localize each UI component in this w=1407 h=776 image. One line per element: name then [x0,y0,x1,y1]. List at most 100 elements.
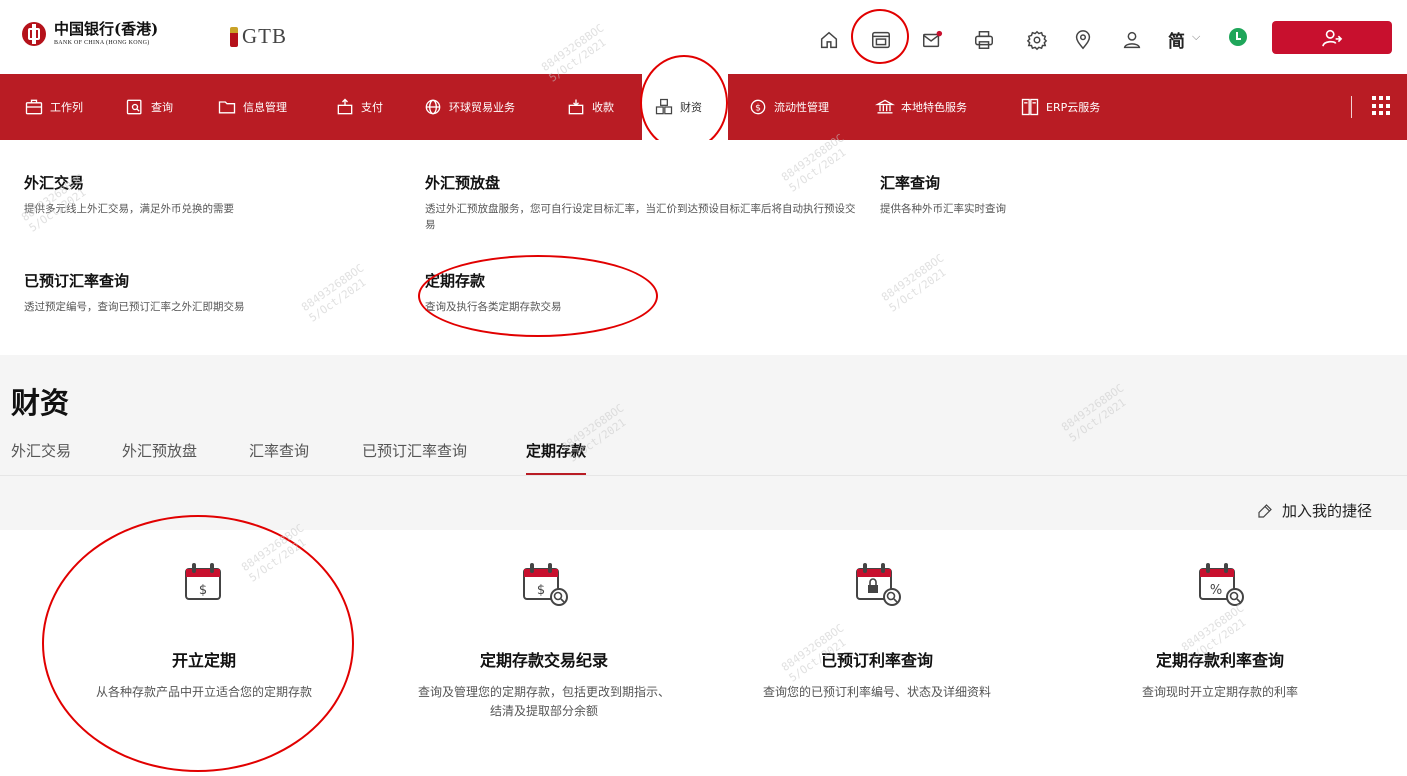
menu-item-desc: 提供多元线上外汇交易，满足外币兑换的需要 [24,203,234,215]
card-desc: 查询您的已预订利率编号、状态及详细资料 [762,685,991,699]
nav-label: 本地特色服务 [901,101,967,114]
print-icon[interactable] [973,29,995,51]
receive-icon [566,97,586,117]
menu-item-title: 外汇预放盘 [425,174,501,192]
logo-en: BANK OF CHINA (HONG KONG) [54,40,150,46]
card-booked-rate-inquiry[interactable]: 已预订利率查询 查询您的已预订利率编号、状态及详细资料 [707,555,1047,702]
dashboard-icon[interactable] [870,29,892,51]
nav-label: 流动性管理 [774,101,829,114]
payment-icon [335,97,355,117]
erp-icon [1020,97,1040,117]
menu-item-time-deposit[interactable]: 定期存款 查询及执行各类定期存款交易 [425,270,725,315]
card-title: 定期存款交易纪录 [479,651,608,670]
home-icon[interactable] [818,29,840,51]
tab-fx-trading[interactable]: 外汇交易 [11,440,71,476]
shortcut-label: 加入我的捷径 [1282,502,1373,520]
gtb-logo: GTB [230,24,287,49]
menu-item-title: 已预订汇率查询 [24,272,130,290]
nav-item-payment[interactable]: 支付 [335,74,383,140]
nav-label: 信息管理 [243,101,287,114]
tab-time-deposit[interactable]: 定期存款 [526,440,587,476]
menu-item-desc: 透过外汇预放盘服务，您可自行设定目标汇率，当汇价到达预设目标汇率后将自动执行预设… [425,203,856,231]
card-open-time-deposit[interactable]: $ 开立定期 从各种存款产品中开立适合您的定期存款 [34,555,374,702]
search-doc-icon [125,97,145,117]
nav-item-global-trade[interactable]: 环球贸易业务 [423,74,515,140]
location-icon[interactable] [1072,29,1094,51]
tab-rate-inquiry[interactable]: 汇率查询 [249,440,309,476]
main-nav: 工作列 查询 信息管理 支付 环球贸易业务 收款 财资 $ 流动性管理 本地特色… [0,74,1407,140]
card-title: 定期存款利率查询 [1155,651,1284,670]
menu-item-title: 汇率查询 [880,174,941,192]
treasury-icon [654,97,674,117]
treasury-page: 财资 外汇交易 外汇预放盘 汇率查询 已预订汇率查询 定期存款 加入我的捷径 $… [0,355,1407,776]
card-desc: 查询及管理您的定期存款，包括更改到期指示、结清及提取部分余额 [417,685,670,718]
nav-label: ERP云服务 [1046,101,1101,114]
treasury-tabs: 外汇交易 外汇预放盘 汇率查询 已预订汇率查询 定期存款 [0,440,1407,480]
language-selector[interactable]: 简 [1168,27,1185,52]
menu-item-fx-pre-order[interactable]: 外汇预放盘 透过外汇预放盘服务，您可自行设定目标汇率，当汇价到达预设目标汇率后将… [425,172,865,233]
nav-item-worklist[interactable]: 工作列 [24,74,83,140]
svg-text:$: $ [199,583,207,598]
menu-item-title: 外汇交易 [24,174,85,192]
chevron-down-icon[interactable]: ⌵ [1192,30,1200,44]
card-title: 已预订利率查询 [820,651,933,670]
nav-item-liquidity[interactable]: $ 流动性管理 [748,74,829,140]
boc-logo[interactable]: 中国银行(香港) BANK OF CHINA (HONG KONG) [22,22,158,46]
nav-item-treasury[interactable]: 财资 [642,74,728,140]
calendar-dollar-icon: $ [174,555,234,613]
status-check-icon [1229,28,1247,46]
nav-divider [1351,96,1352,118]
svg-text:$: $ [537,583,545,598]
settings-icon[interactable] [1026,29,1048,51]
menu-item-rate-inquiry[interactable]: 汇率查询 提供各种外币汇率实时查询 [880,172,1180,217]
liquidity-icon: $ [748,97,768,117]
menu-item-desc: 透过预定编号，查询已预订汇率之外汇即期交易 [24,301,245,313]
gtb-logo-mark [230,26,238,47]
menu-item-desc: 查询及执行各类定期存款交易 [425,301,562,313]
nav-item-receivables[interactable]: 收款 [566,74,614,140]
logout-button[interactable] [1272,21,1392,54]
menu-item-booked-rate-inquiry[interactable]: 已预订汇率查询 透过预定编号，查询已预订汇率之外汇即期交易 [24,270,404,315]
calendar-percent-search-icon: % [1190,555,1250,613]
tab-fx-pre-order[interactable]: 外汇预放盘 [122,440,197,476]
nav-item-erp[interactable]: ERP云服务 [1020,74,1100,140]
calendar-dollar-search-icon: $ [514,555,574,613]
svg-text:$: $ [755,102,761,113]
shortcut-icon [1258,503,1272,518]
nav-item-inquiry[interactable]: 查询 [125,74,173,140]
logout-icon [1322,29,1343,46]
nav-label: 收款 [592,101,614,114]
boc-logo-mark [22,22,46,46]
briefcase-icon [24,97,44,117]
menu-item-fx-trading[interactable]: 外汇交易 提供多元线上外汇交易，满足外币兑换的需要 [24,172,404,217]
tab-booked-rate-inquiry[interactable]: 已预订汇率查询 [362,440,467,476]
menu-item-title: 定期存款 [425,272,486,290]
card-deposit-records[interactable]: $ 定期存款交易纪录 查询及管理您的定期存款，包括更改到期指示、结清及提取部分余… [374,555,714,721]
user-icon[interactable] [1121,29,1143,51]
nav-item-info-mgmt[interactable]: 信息管理 [217,74,287,140]
globe-trade-icon [423,97,443,117]
calendar-lock-search-icon [847,555,907,613]
nav-label: 查询 [151,101,173,114]
top-header: 中国银行(香港) BANK OF CHINA (HONG KONG) GTB 简… [0,0,1407,74]
add-shortcut-button[interactable]: 加入我的捷径 [1256,500,1372,521]
tab-divider [0,475,1407,476]
nav-item-local-services[interactable]: 本地特色服务 [875,74,967,140]
boc-logo-text: 中国银行(香港) BANK OF CHINA (HONG KONG) [54,20,159,47]
card-deposit-rate-inquiry[interactable]: % 定期存款利率查询 查询现时开立定期存款的利率 [1050,555,1390,702]
gtb-logo-text: GTB [242,24,287,48]
card-desc: 查询现时开立定期存款的利率 [1141,685,1298,699]
treasury-dropdown-menu: 外汇交易 提供多元线上外汇交易，满足外币兑换的需要 外汇预放盘 透过外汇预放盘服… [0,140,1407,355]
nav-label: 支付 [361,101,383,114]
card-title: 开立定期 [171,651,236,670]
bank-building-icon [875,97,895,117]
apps-grid-icon[interactable] [1372,96,1392,116]
page-title: 财资 [11,386,70,420]
menu-item-desc: 提供各种外币汇率实时查询 [880,203,1006,215]
folder-icon [217,97,237,117]
nav-label: 环球贸易业务 [449,101,515,114]
nav-label: 工作列 [50,101,83,114]
mail-icon[interactable] [921,29,943,51]
nav-label: 财资 [680,101,702,114]
logo-cn: 中国银行(香港) [54,20,159,38]
